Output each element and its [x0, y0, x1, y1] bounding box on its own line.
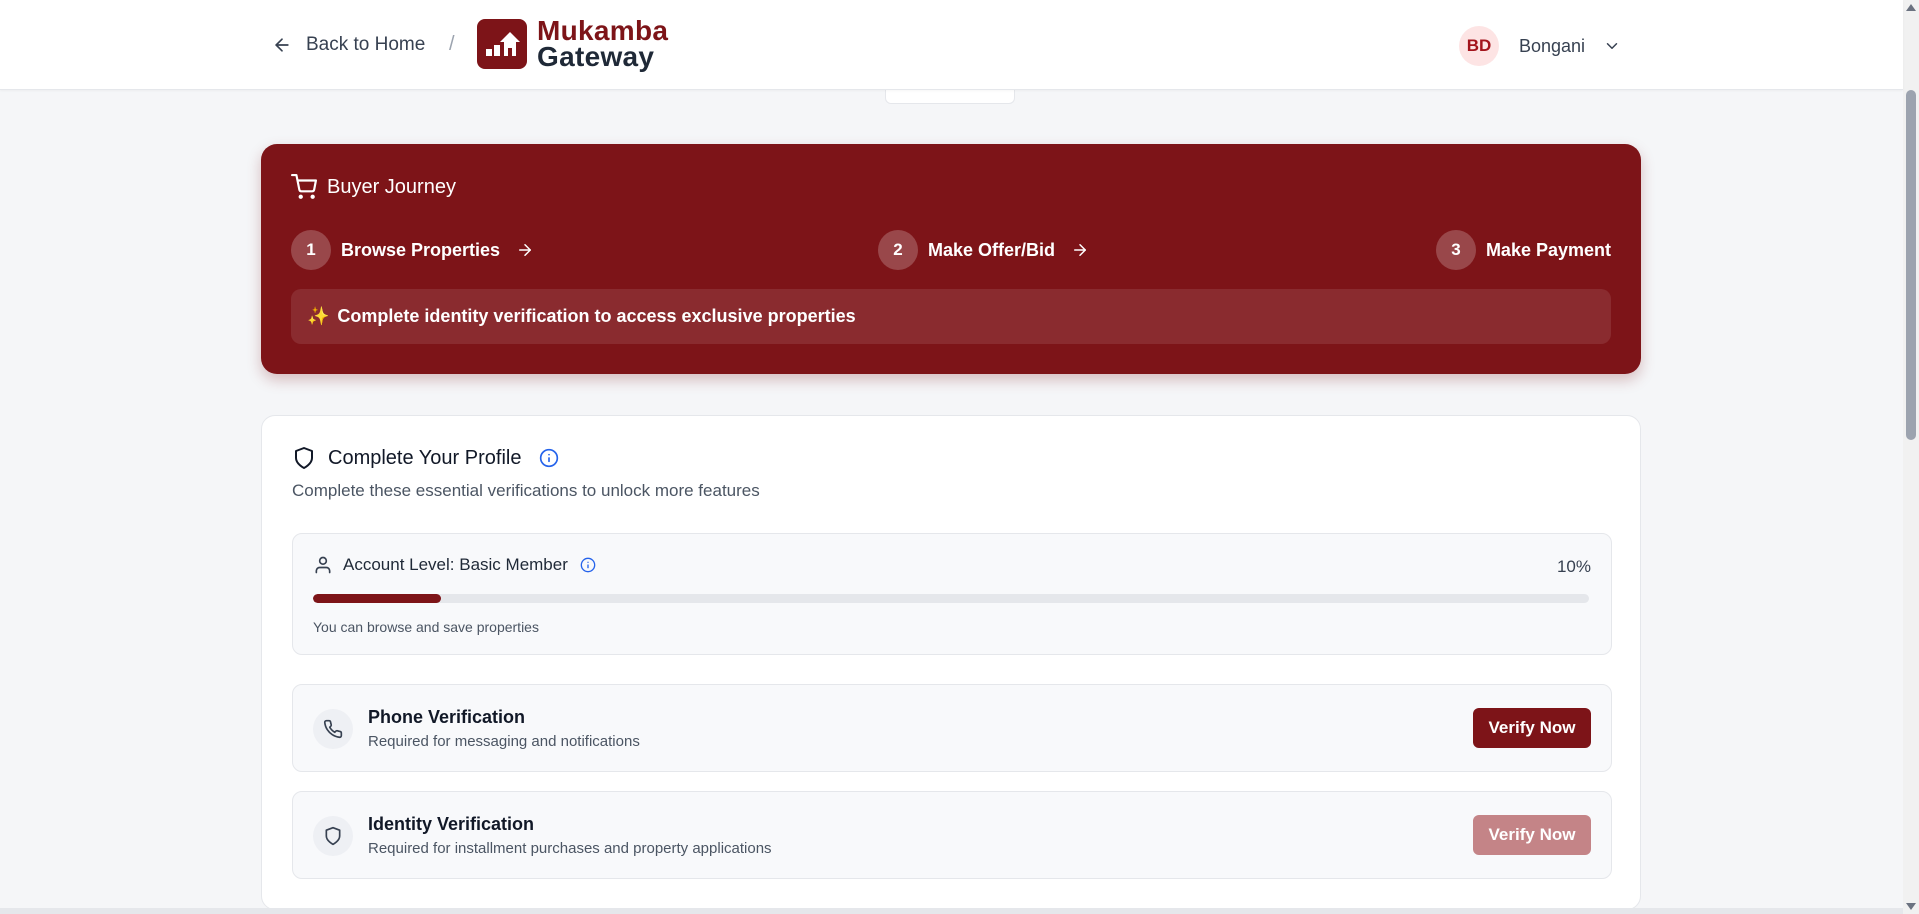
step-label: Make Payment — [1485, 239, 1611, 260]
profile-title: Complete Your Profile — [328, 446, 522, 469]
journey-step-offer: 2 Make Offer/Bid — [878, 230, 1089, 270]
chevron-down-icon — [1606, 43, 1618, 49]
account-level-percent: 10% — [1556, 557, 1591, 576]
house-logo-icon — [477, 19, 527, 69]
account-level-heading: Account Level: Basic Member — [313, 555, 596, 575]
arrow-right-icon — [519, 244, 532, 256]
shield-icon — [295, 447, 313, 469]
vertical-scrollbar[interactable] — [1903, 0, 1919, 914]
breadcrumb-separator: / — [449, 33, 455, 55]
identity-verification-title: Identity Verification — [368, 814, 535, 834]
top-header: Back to Home / Mukamba Gateway BD Bongan… — [0, 0, 1903, 90]
horizontal-scrollbar[interactable] — [0, 908, 1903, 914]
user-menu[interactable]: BD Bongani — [1459, 26, 1621, 66]
step-number: 3 — [1435, 230, 1476, 270]
journey-step-payment: 3 Make Payment — [1435, 230, 1611, 270]
step-number: 1 — [291, 230, 331, 270]
buyer-journey-heading: Buyer Journey — [291, 174, 456, 200]
shield-icon — [313, 816, 353, 856]
buyer-journey-title: Buyer Journey — [327, 175, 456, 198]
complete-profile-card: Complete Your Profile Complete these ess… — [261, 415, 1641, 910]
phone-verification-description: Required for messaging and notifications — [368, 733, 640, 750]
scroll-down-icon[interactable] — [1906, 903, 1916, 910]
phone-verification-row: Phone Verification Required for messagin… — [292, 684, 1612, 772]
verification-notice-text: Complete identity verification to access… — [337, 306, 856, 326]
account-level-description: You can browse and save properties — [313, 619, 539, 635]
identity-verification-description: Required for installment purchases and p… — [368, 840, 772, 857]
identity-verification-row: Identity Verification Required for insta… — [292, 791, 1612, 879]
logo-text-bottom: Gateway — [537, 41, 655, 72]
user-name: Bongani — [1519, 35, 1586, 56]
user-icon — [315, 556, 331, 574]
profile-subtitle: Complete these essential verifications t… — [292, 481, 760, 500]
phone-icon — [313, 709, 353, 749]
shopping-cart-icon — [291, 174, 317, 199]
step-label: Make Offer/Bid — [928, 239, 1056, 260]
step-number: 2 — [878, 230, 918, 270]
info-icon[interactable] — [539, 448, 559, 468]
step-label: Browse Properties — [341, 239, 501, 260]
info-icon[interactable] — [580, 557, 596, 573]
buyer-journey-panel: Buyer Journey 1 Browse Properties 2 Make… — [261, 144, 1641, 374]
scroll-up-icon[interactable] — [1906, 4, 1916, 11]
brand-logo[interactable]: Mukamba Gateway — [477, 17, 668, 72]
sparkles-icon: ✨ — [307, 306, 330, 326]
arrow-right-icon — [1074, 244, 1087, 256]
collapsed-panel-tab — [885, 90, 1015, 104]
page: Back to Home / Mukamba Gateway BD Bongan… — [0, 0, 1919, 914]
account-level-progress-bar — [313, 594, 1589, 603]
back-to-home-link[interactable]: Back to Home — [272, 30, 425, 60]
verify-phone-button[interactable]: Verify Now — [1473, 708, 1591, 748]
scrollbar-thumb[interactable] — [1906, 90, 1916, 440]
back-to-home-label: Back to Home — [306, 34, 426, 55]
account-level-label: Account Level: Basic Member — [343, 555, 568, 574]
verification-notice: ✨ Complete identity verification to acce… — [291, 289, 1611, 344]
avatar: BD — [1459, 26, 1499, 66]
phone-verification-title: Phone Verification — [368, 707, 526, 727]
account-level-box: Account Level: Basic Member 10% You can … — [292, 533, 1612, 655]
profile-heading: Complete Your Profile — [292, 446, 559, 470]
journey-step-browse: 1 Browse Properties — [291, 230, 534, 270]
arrow-left-icon — [275, 38, 289, 52]
verify-identity-button[interactable]: Verify Now — [1473, 815, 1591, 855]
account-level-progress-fill — [313, 594, 441, 603]
